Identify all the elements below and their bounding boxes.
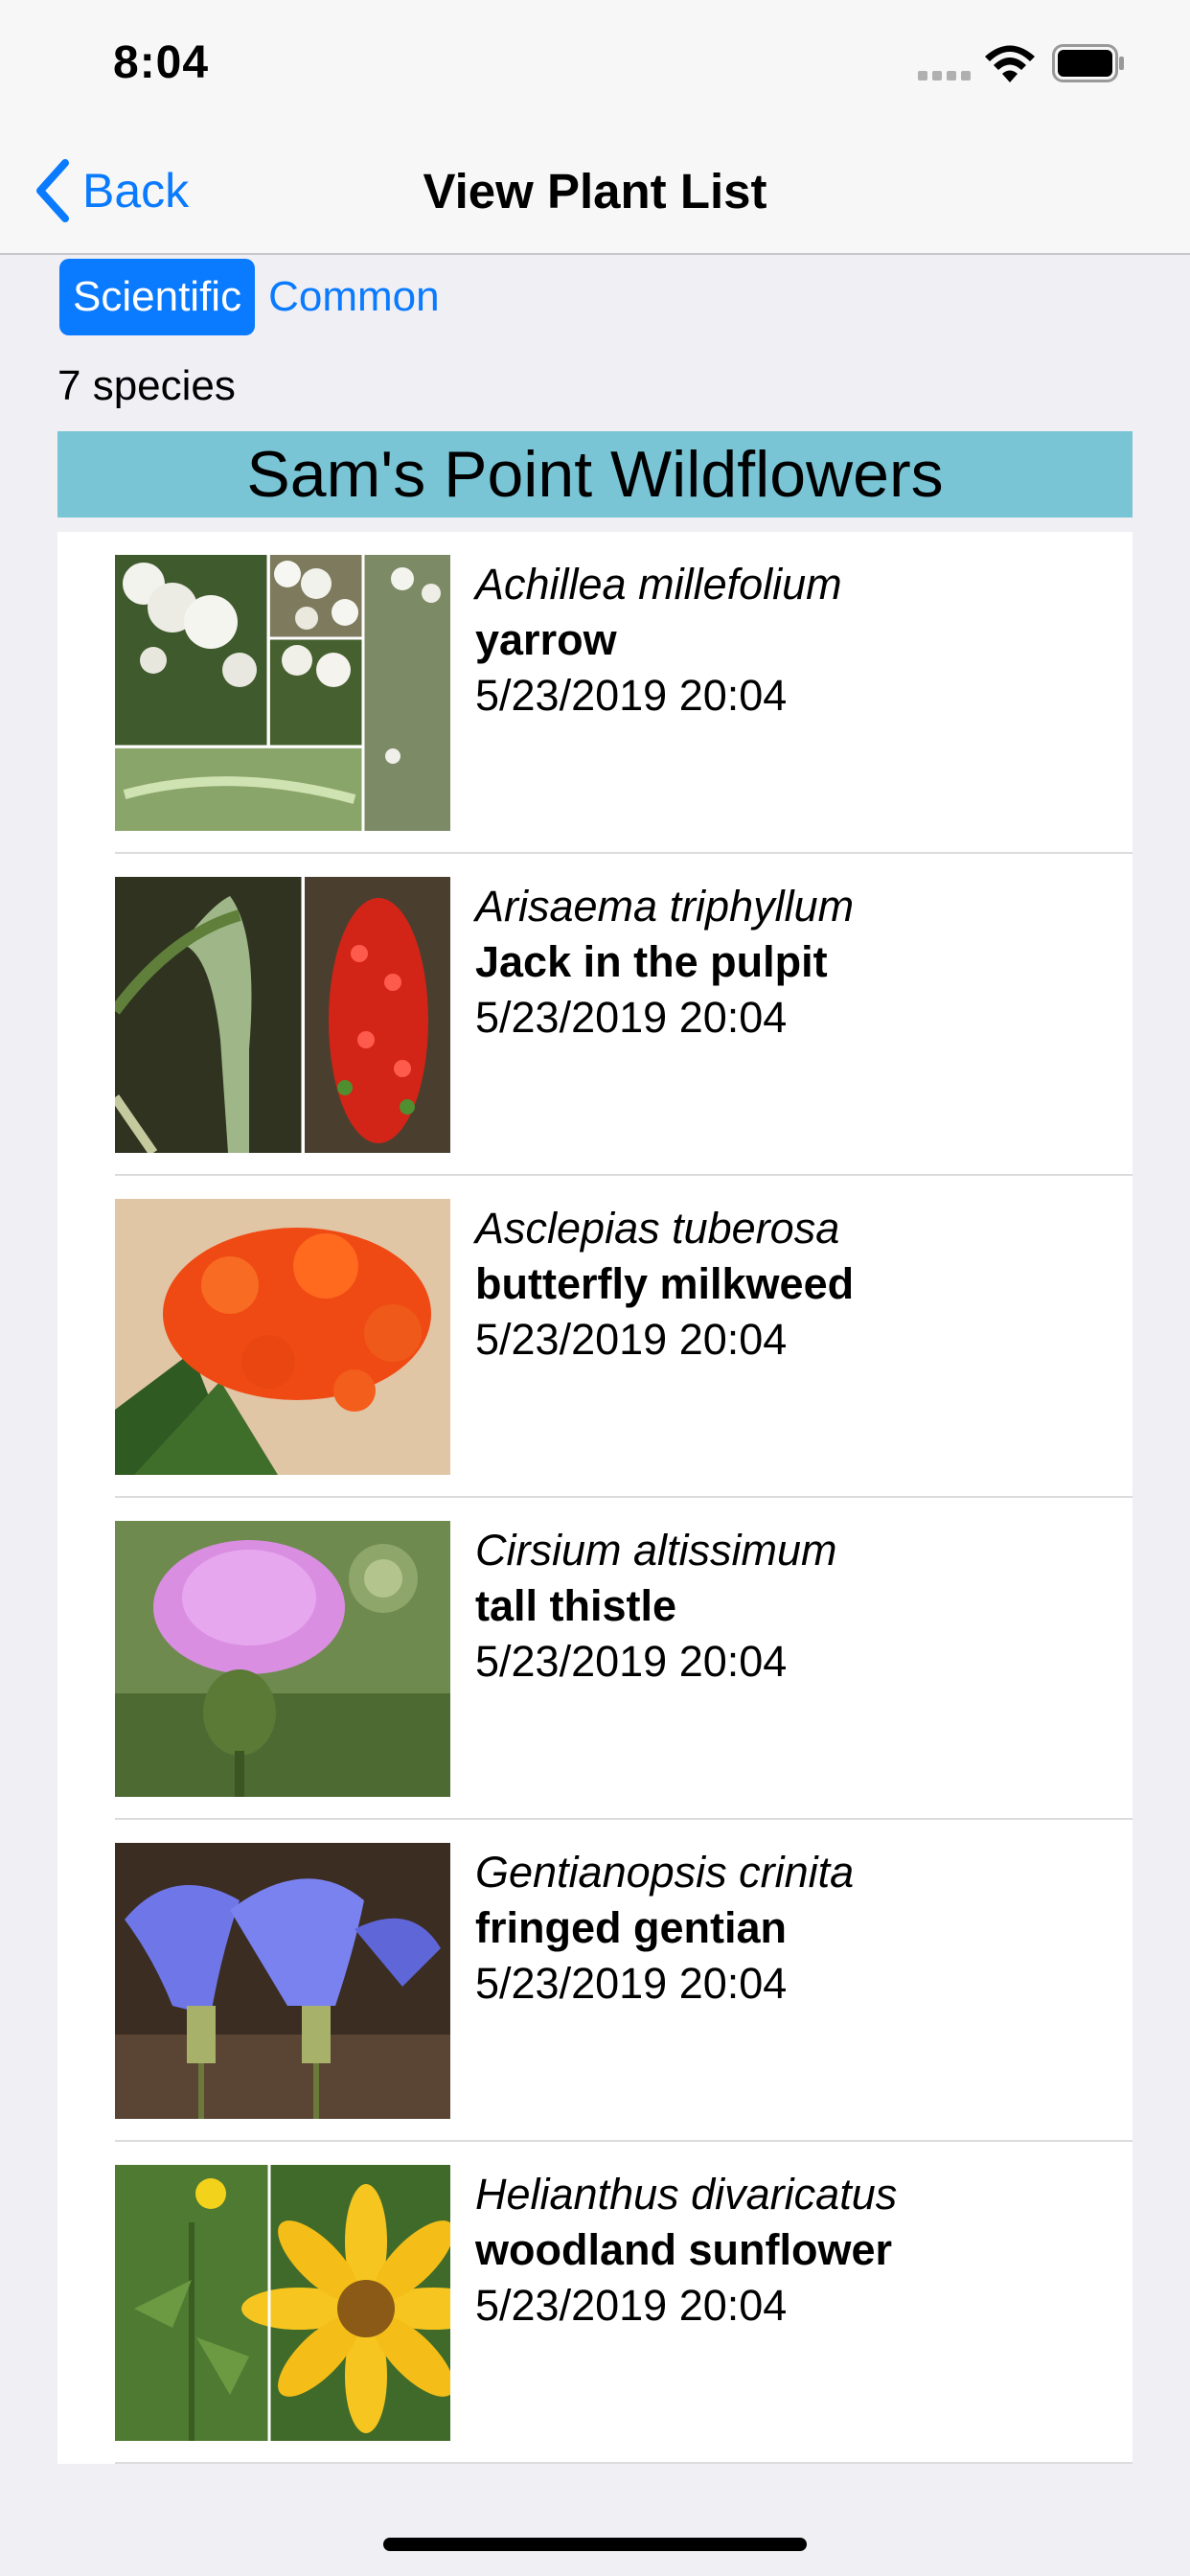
- date-added: 5/23/2019 20:04: [475, 1959, 788, 2008]
- home-indicator[interactable]: [383, 2538, 807, 2551]
- segment-scientific[interactable]: Scientific: [59, 259, 256, 335]
- common-name: butterfly milkweed: [475, 1259, 855, 1308]
- page-title: View Plant List: [423, 164, 767, 218]
- plant-photo: [115, 877, 450, 1153]
- common-name: yarrow: [475, 615, 617, 664]
- date-added: 5/23/2019 20:04: [475, 1637, 788, 1686]
- species-count: 7 species: [57, 362, 236, 409]
- common-name: woodland sunflower: [475, 2225, 892, 2274]
- plant-row[interactable]: Helianthus divaricatus woodland sunflowe…: [57, 2142, 1133, 2464]
- status-time: 8:04: [113, 37, 210, 88]
- scientific-name: Gentianopsis crinita: [475, 1848, 855, 1897]
- name-type-segmented-control: Scientific Common: [59, 259, 453, 335]
- date-added: 5/23/2019 20:04: [475, 671, 788, 720]
- cellular-signal-icon: [918, 71, 971, 80]
- common-name: tall thistle: [475, 1581, 677, 1630]
- row-divider: [115, 2462, 1133, 2464]
- date-added: 5/23/2019 20:04: [475, 993, 788, 1042]
- plant-photo: [115, 2165, 450, 2441]
- plant-row[interactable]: Gentianopsis crinita fringed gentian 5/2…: [57, 1820, 1133, 2142]
- date-added: 5/23/2019 20:04: [475, 2281, 788, 2330]
- wifi-icon: [985, 45, 1035, 82]
- plant-row[interactable]: Cirsium altissimum tall thistle 5/23/201…: [57, 1498, 1133, 1820]
- scientific-name: Arisaema triphyllum: [475, 882, 855, 931]
- status-bar: 8:04: [0, 0, 1190, 126]
- plant-photo: [115, 1521, 450, 1797]
- scientific-name: Cirsium altissimum: [475, 1526, 837, 1575]
- scientific-name: Helianthus divaricatus: [475, 2170, 898, 2219]
- segment-common[interactable]: Common: [255, 259, 453, 335]
- plant-row[interactable]: Asclepias tuberosa butterfly milkweed 5/…: [57, 1176, 1133, 1498]
- common-name: fringed gentian: [475, 1903, 787, 1952]
- scientific-name: Achillea millefolium: [475, 560, 842, 609]
- navigation-bar: Back View Plant List: [0, 126, 1190, 255]
- plant-photo: [115, 1199, 450, 1475]
- plant-row[interactable]: Arisaema triphyllum Jack in the pulpit 5…: [57, 854, 1133, 1176]
- list-title: Sam's Point Wildflowers: [57, 431, 1133, 518]
- date-added: 5/23/2019 20:04: [475, 1315, 788, 1364]
- scientific-name: Asclepias tuberosa: [475, 1204, 840, 1253]
- battery-icon: [1052, 44, 1124, 82]
- common-name: Jack in the pulpit: [475, 937, 828, 986]
- plant-photo: [115, 555, 450, 831]
- plant-list: Achillea millefolium yarrow 5/23/2019 20…: [57, 532, 1133, 2464]
- plant-photo: [115, 1843, 450, 2119]
- plant-row[interactable]: Achillea millefolium yarrow 5/23/2019 20…: [57, 532, 1133, 854]
